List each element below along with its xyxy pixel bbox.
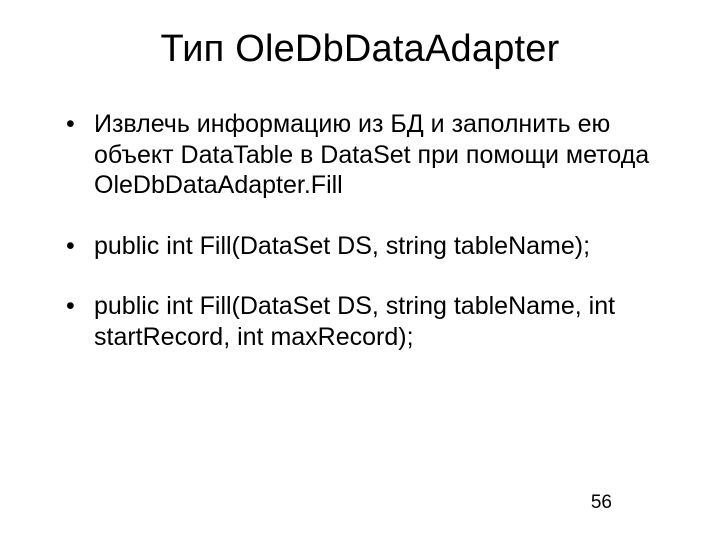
slide: Тип OleDbDataAdapter Извлечь информацию … xyxy=(0,0,720,540)
bullet-item: Извлечь информацию из БД и заполнить ею … xyxy=(66,109,672,201)
bullet-list: Извлечь информацию из БД и заполнить ею … xyxy=(48,109,672,352)
bullet-item: public int Fill(DataSet DS, string table… xyxy=(66,231,672,262)
slide-title: Тип OleDbDataAdapter xyxy=(48,28,672,71)
page-number: 56 xyxy=(591,492,612,514)
bullet-item: public int Fill(DataSet DS, string table… xyxy=(66,291,672,352)
